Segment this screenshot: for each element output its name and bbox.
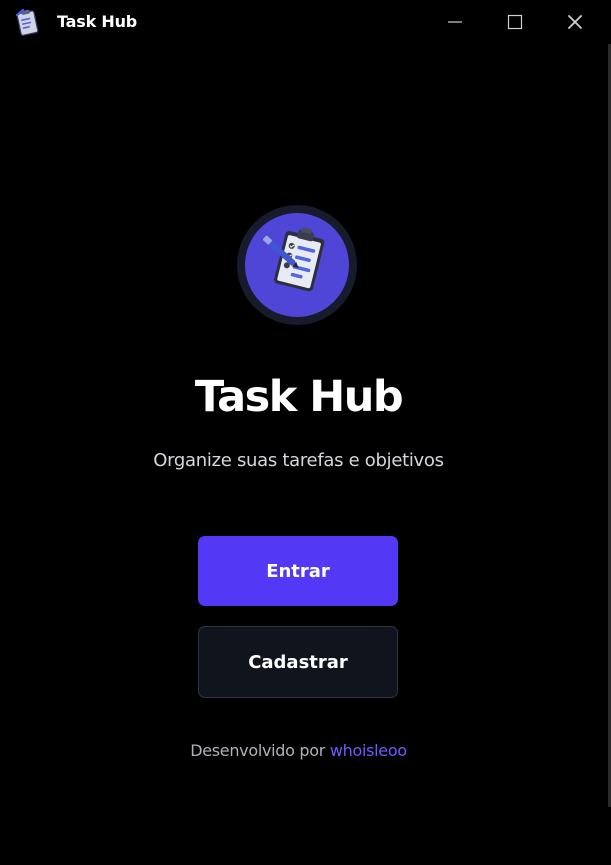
close-button[interactable] xyxy=(545,0,605,44)
app-logo xyxy=(236,204,358,326)
login-button[interactable]: Entrar xyxy=(198,536,398,606)
maximize-button[interactable] xyxy=(485,0,545,44)
clipboard-app-icon xyxy=(15,8,39,36)
minimize-button[interactable] xyxy=(425,0,485,44)
app-title: Task Hub xyxy=(194,372,404,422)
clipboard-checklist-icon xyxy=(237,205,357,325)
app-window: Task Hub Task Hub Organize suas tarefas … xyxy=(0,0,611,865)
footer-credit: Desenvolvido por whoisleoo xyxy=(0,741,597,760)
maximize-icon xyxy=(507,14,523,30)
title-bar[interactable]: Task Hub xyxy=(0,0,611,44)
author-link[interactable]: whoisleoo xyxy=(330,741,407,760)
register-button[interactable]: Cadastrar xyxy=(198,626,398,698)
footer-prefix: Desenvolvido por xyxy=(190,741,326,760)
minimize-icon xyxy=(448,21,462,23)
register-button-label: Cadastrar xyxy=(248,651,348,673)
window-title: Task Hub xyxy=(57,12,138,31)
close-icon xyxy=(568,15,582,29)
login-button-label: Entrar xyxy=(266,560,330,582)
app-subtitle: Organize suas tarefas e objetivos xyxy=(153,450,444,471)
